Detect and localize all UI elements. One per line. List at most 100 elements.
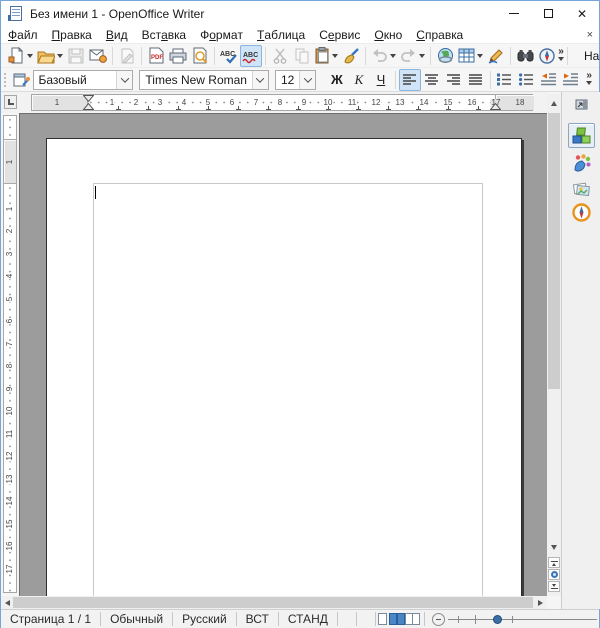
maximize-button[interactable] xyxy=(531,1,565,26)
redo-button[interactable] xyxy=(398,45,427,67)
font-name-combobox[interactable]: Times New Roman xyxy=(139,70,269,90)
horizontal-ruler[interactable]: 1 123456789101112131415161718 xyxy=(31,94,533,111)
redo-icon xyxy=(400,48,417,63)
align-center-button[interactable] xyxy=(421,69,443,91)
close-button[interactable]: ✕ xyxy=(565,1,599,26)
styles-panel-button[interactable] xyxy=(11,69,33,91)
navigator-icon xyxy=(539,48,555,64)
right-indent-marker[interactable] xyxy=(490,95,501,110)
menu-help[interactable]: Справка xyxy=(409,26,470,44)
first-line-indent-marker[interactable] xyxy=(83,95,94,110)
document-page[interactable] xyxy=(46,138,522,596)
menu-tools[interactable]: Сервис xyxy=(312,26,367,44)
sidebar-tab-properties[interactable] xyxy=(568,123,595,148)
scroll-up-button[interactable] xyxy=(547,94,561,111)
scroll-left-button[interactable] xyxy=(1,596,13,609)
auto-spellcheck-button[interactable]: ABC xyxy=(240,45,262,67)
find-replace-button[interactable] xyxy=(514,45,536,67)
sidebar-tab-gallery[interactable] xyxy=(568,176,595,201)
previous-page-button[interactable] xyxy=(548,557,560,568)
increase-indent-button[interactable] xyxy=(560,69,582,91)
status-language[interactable]: Русский xyxy=(173,612,237,626)
menu-view[interactable]: Вид xyxy=(99,26,135,44)
copy-button[interactable] xyxy=(291,45,313,67)
zoom-slider[interactable] xyxy=(432,612,600,626)
status-page-number[interactable]: Страница 1 / 1 xyxy=(1,612,101,626)
bullet-list-button[interactable] xyxy=(516,69,538,91)
italic-button[interactable]: К xyxy=(348,69,370,91)
email-button[interactable] xyxy=(87,45,109,67)
status-signature-cell[interactable] xyxy=(357,612,376,626)
menu-file[interactable]: Файл xyxy=(1,26,45,44)
draw-functions-button[interactable] xyxy=(485,45,507,67)
save-button[interactable] xyxy=(65,45,87,67)
text-boundary[interactable] xyxy=(93,183,483,596)
zoom-out-icon[interactable] xyxy=(432,613,445,626)
menu-bar: Файл Правка Вид Вставка Формат Таблица С… xyxy=(1,26,599,44)
next-page-button[interactable] xyxy=(548,581,560,592)
cut-button[interactable] xyxy=(269,45,291,67)
chevron-down-icon[interactable] xyxy=(252,71,268,89)
status-selection-mode[interactable]: СТАНД xyxy=(279,612,338,626)
undo-button[interactable] xyxy=(369,45,398,67)
minimize-button[interactable] xyxy=(497,1,531,26)
close-document-icon[interactable]: × xyxy=(587,29,593,41)
menu-table[interactable]: Таблица xyxy=(250,26,312,44)
vertical-scrollbar[interactable] xyxy=(547,94,561,596)
hyperlink-icon xyxy=(437,47,454,64)
zoom-slider-track[interactable] xyxy=(448,612,597,626)
zoom-slider-handle[interactable] xyxy=(493,615,502,624)
sidebar-tab-styles[interactable] xyxy=(568,150,595,175)
menu-edit[interactable]: Правка xyxy=(45,26,99,44)
standard-toolbar-overflow-button[interactable]: » xyxy=(558,45,564,67)
cut-icon xyxy=(273,48,287,64)
sidebar-settings-button[interactable] xyxy=(568,95,595,113)
align-right-button[interactable] xyxy=(443,69,465,91)
status-insert-mode[interactable]: ВСТ xyxy=(237,612,279,626)
navigator-button[interactable] xyxy=(536,45,558,67)
multi-page-view-button[interactable] xyxy=(389,611,405,627)
font-size-combobox[interactable]: 12 xyxy=(275,70,316,90)
bold-button[interactable]: Ж xyxy=(326,69,348,91)
status-modified-cell[interactable] xyxy=(338,612,357,626)
menu-insert[interactable]: Вставка xyxy=(135,26,194,44)
open-button[interactable] xyxy=(35,45,65,67)
svg-text:PDF: PDF xyxy=(151,55,163,61)
vertical-scrollbar-thumb[interactable] xyxy=(548,113,560,389)
align-left-button[interactable] xyxy=(399,69,421,91)
insert-table-button[interactable] xyxy=(456,45,485,67)
align-right-icon xyxy=(447,74,461,86)
underline-button[interactable]: Ч xyxy=(370,69,392,91)
formatting-toolbar-overflow-button[interactable]: » xyxy=(582,69,596,91)
chevron-down-icon[interactable] xyxy=(299,71,315,89)
navigation-button[interactable] xyxy=(548,569,560,580)
book-view-button[interactable] xyxy=(405,611,420,627)
new-document-button[interactable] xyxy=(6,45,35,67)
paragraph-style-combobox[interactable]: Базовый xyxy=(33,70,134,90)
menu-window[interactable]: Окно xyxy=(367,26,409,44)
scroll-down-button[interactable] xyxy=(547,541,561,555)
sidebar-tab-navigator[interactable] xyxy=(568,200,595,225)
edit-file-button[interactable] xyxy=(116,45,138,67)
export-pdf-button[interactable]: PDF xyxy=(145,45,167,67)
paste-button[interactable] xyxy=(313,45,340,67)
export-pdf-icon: PDF xyxy=(149,47,164,64)
chevron-down-icon[interactable] xyxy=(116,71,132,89)
hyperlink-button[interactable] xyxy=(434,45,456,67)
spelling-button[interactable]: ABC xyxy=(218,45,240,67)
text-cursor xyxy=(95,186,96,199)
status-page-style[interactable]: Обычный xyxy=(101,612,173,626)
ruler-corner-button[interactable] xyxy=(4,95,17,109)
align-justify-button[interactable] xyxy=(465,69,487,91)
numbered-list-button[interactable] xyxy=(494,69,516,91)
decrease-indent-button[interactable] xyxy=(538,69,560,91)
vertical-ruler[interactable]: 1 1234567891011121314151617 xyxy=(3,115,17,593)
find-toolbar-label[interactable]: Найти xyxy=(576,49,600,63)
menu-format[interactable]: Формат xyxy=(193,26,250,44)
toolbar-grip[interactable] xyxy=(3,72,8,88)
format-paintbrush-button[interactable] xyxy=(340,45,362,67)
print-button[interactable] xyxy=(167,45,189,67)
page-preview-button[interactable] xyxy=(189,45,211,67)
print-icon xyxy=(169,48,187,64)
single-page-view-button[interactable] xyxy=(376,611,389,627)
